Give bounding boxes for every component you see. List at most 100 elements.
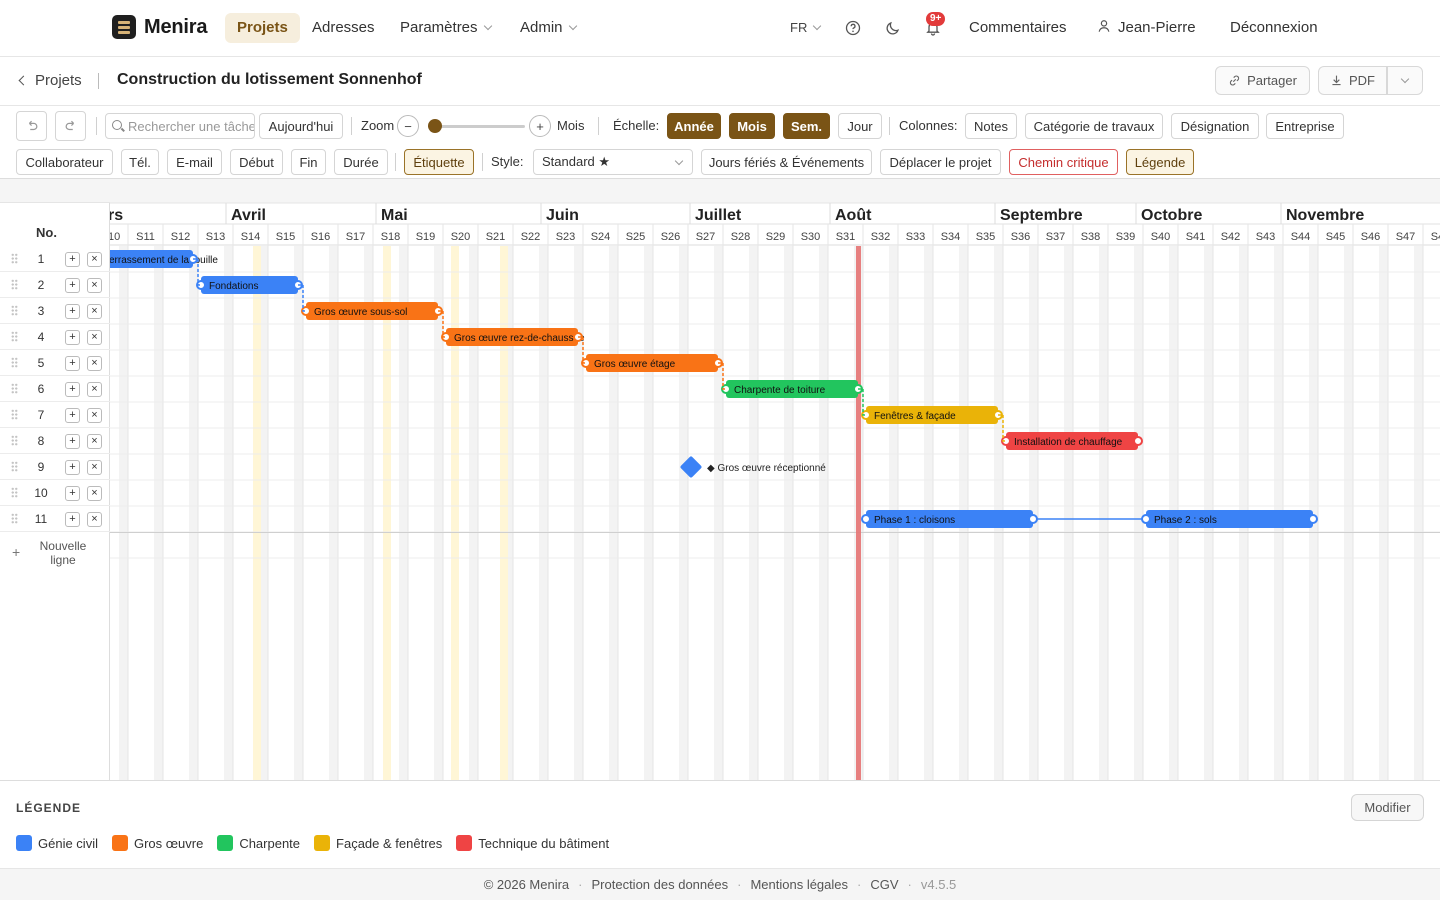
column-entreprise[interactable]: Entreprise	[1266, 113, 1344, 139]
back-to-projects[interactable]: Projets	[18, 72, 82, 89]
drag-handle-icon[interactable]	[11, 253, 18, 264]
weekend-band	[609, 246, 618, 780]
month-label: rs	[110, 207, 123, 224]
drag-handle-icon[interactable]	[11, 279, 18, 290]
drag-handle-icon[interactable]	[11, 409, 18, 420]
column-collaborateur[interactable]: Collaborateur	[16, 149, 113, 175]
drag-handle-icon[interactable]	[11, 305, 18, 316]
holidays-events-button[interactable]: Jours fériés & Événements	[701, 149, 872, 175]
task-end-handle[interactable]	[1028, 514, 1038, 524]
drag-handle-icon[interactable]	[11, 461, 18, 472]
pdf-button[interactable]: PDF	[1318, 66, 1387, 95]
week-label: S42	[1221, 231, 1241, 243]
insert-row-button[interactable]: +	[65, 460, 80, 475]
insert-row-button[interactable]: +	[65, 382, 80, 397]
legal-link[interactable]: Mentions légales	[750, 877, 848, 892]
nav-adresses[interactable]: Adresses	[300, 13, 387, 43]
privacy-link[interactable]: Protection des données	[592, 877, 729, 892]
delete-row-button[interactable]: ×	[87, 486, 102, 501]
task-end-handle[interactable]	[1133, 436, 1143, 446]
zoom-in-button[interactable]: +	[529, 115, 551, 137]
column-email[interactable]: E-mail	[167, 149, 222, 175]
delete-row-button[interactable]: ×	[87, 356, 102, 371]
chevron-down-icon	[1400, 74, 1410, 83]
today-button[interactable]: Aujourd'hui	[259, 113, 343, 139]
logout-link[interactable]: Déconnexion	[1218, 13, 1330, 43]
column-duree[interactable]: Durée	[334, 149, 388, 175]
critical-path-button[interactable]: Chemin critique	[1009, 149, 1118, 175]
style-select[interactable]: Standard ★	[533, 149, 693, 175]
delete-row-button[interactable]: ×	[87, 512, 102, 527]
search-icon	[112, 120, 122, 130]
column-fin[interactable]: Fin	[291, 149, 326, 175]
drag-handle-icon[interactable]	[11, 383, 18, 394]
task-end-handle[interactable]	[1308, 514, 1318, 524]
scale-mois[interactable]: Mois	[729, 113, 775, 139]
delete-row-button[interactable]: ×	[87, 434, 102, 449]
insert-row-button[interactable]: +	[65, 434, 80, 449]
column-tel[interactable]: Tél.	[121, 149, 159, 175]
table-row: 11 + ×	[0, 506, 110, 532]
column-notes[interactable]: Notes	[965, 113, 1017, 139]
scale-semaine[interactable]: Sem.	[783, 113, 830, 139]
drag-handle-icon[interactable]	[11, 357, 18, 368]
scale-annee[interactable]: Année	[667, 113, 721, 139]
insert-row-button[interactable]: +	[65, 356, 80, 371]
label-toggle-button[interactable]: Étiquette	[404, 149, 474, 175]
zoom-out-button[interactable]: −	[397, 115, 419, 137]
task-start-handle[interactable]	[1141, 514, 1151, 524]
drag-handle-icon[interactable]	[11, 435, 18, 446]
task-start-handle[interactable]	[861, 514, 871, 524]
help-icon[interactable]	[842, 17, 864, 39]
modify-legend-button[interactable]: Modifier	[1351, 794, 1424, 821]
weekend-band	[1414, 246, 1423, 780]
delete-row-button[interactable]: ×	[87, 460, 102, 475]
language-selector[interactable]: FR	[778, 13, 832, 43]
today-line	[856, 246, 861, 780]
brand-logo[interactable]: Menira	[112, 15, 207, 39]
redo-button[interactable]	[55, 111, 86, 141]
user-menu[interactable]: Jean-Pierre	[1085, 13, 1208, 43]
comments-link[interactable]: Commentaires	[957, 13, 1079, 43]
timeline-header-bg	[110, 179, 1440, 203]
drag-handle-icon[interactable]	[11, 513, 18, 524]
week-label: S34	[941, 231, 961, 243]
insert-row-button[interactable]: +	[65, 408, 80, 423]
delete-row-button[interactable]: ×	[87, 382, 102, 397]
nav-parametres[interactable]: Paramètres	[388, 13, 503, 43]
delete-row-button[interactable]: ×	[87, 278, 102, 293]
column-categorie[interactable]: Catégorie de travaux	[1025, 113, 1163, 139]
insert-row-button[interactable]: +	[65, 252, 80, 267]
column-debut[interactable]: Début	[230, 149, 283, 175]
insert-row-button[interactable]: +	[65, 278, 80, 293]
delete-row-button[interactable]: ×	[87, 252, 102, 267]
pdf-options-button[interactable]	[1387, 66, 1423, 95]
nav-projets[interactable]: Projets	[225, 13, 300, 43]
insert-row-button[interactable]: +	[65, 330, 80, 345]
task-label: Gros œuvre étage	[594, 359, 676, 370]
insert-row-button[interactable]: +	[65, 512, 80, 527]
terms-link[interactable]: CGV	[870, 877, 898, 892]
insert-row-button[interactable]: +	[65, 486, 80, 501]
task-search-input[interactable]: Rechercher une tâche	[105, 113, 255, 139]
nav-admin[interactable]: Admin	[508, 13, 588, 43]
weekend-band	[574, 246, 583, 780]
share-button[interactable]: Partager	[1215, 66, 1310, 95]
delete-row-button[interactable]: ×	[87, 408, 102, 423]
undo-button[interactable]	[16, 111, 47, 141]
legend-toggle-button[interactable]: Légende	[1126, 149, 1194, 175]
chevron-down-icon	[568, 21, 577, 31]
scale-jour[interactable]: Jour	[838, 113, 882, 139]
legend-item-technique: Technique du bâtiment	[456, 835, 609, 851]
zoom-slider[interactable]	[428, 125, 525, 128]
dark-mode-icon[interactable]	[882, 17, 904, 39]
drag-handle-icon[interactable]	[11, 331, 18, 342]
insert-row-button[interactable]: +	[65, 304, 80, 319]
gantt-timeline[interactable]: S10 S11 S12 S13 S14 S15 S16 S17 S18 S19 S20 S21 S22 S…	[110, 179, 1440, 780]
column-designation[interactable]: Désignation	[1171, 113, 1259, 139]
delete-row-button[interactable]: ×	[87, 304, 102, 319]
drag-handle-icon[interactable]	[11, 487, 18, 498]
zoom-slider-handle[interactable]	[428, 119, 442, 133]
move-project-button[interactable]: Déplacer le projet	[880, 149, 1001, 175]
delete-row-button[interactable]: ×	[87, 330, 102, 345]
